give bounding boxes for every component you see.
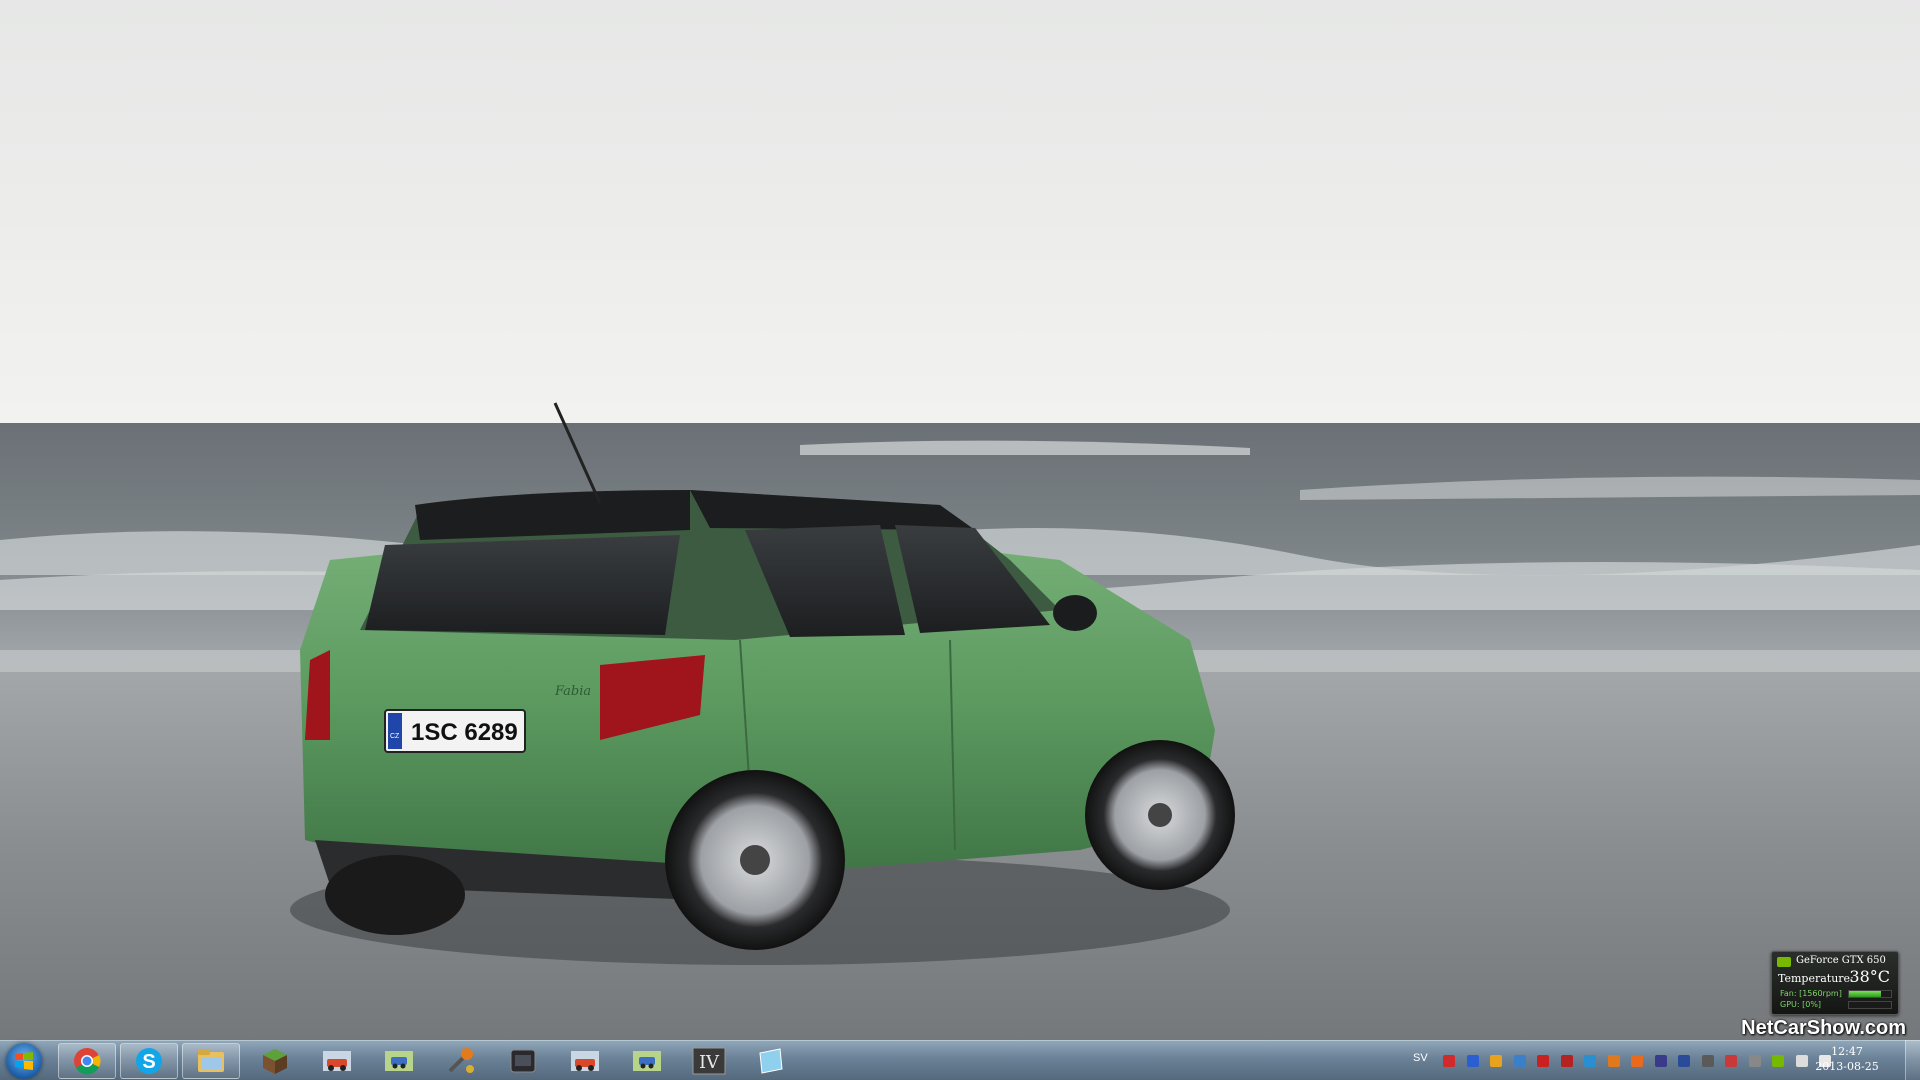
clock-date: 2013-08-25	[1815, 1060, 1879, 1073]
car-map-game-icon	[385, 1051, 413, 1071]
gpu-monitor-gadget[interactable]: GeForce GTX 650 Temperature: 38°C Fan: […	[1771, 951, 1899, 1015]
windows-logo-icon	[15, 1052, 33, 1070]
flag-icon[interactable]	[1725, 1055, 1737, 1067]
taskbar-tools[interactable]	[432, 1043, 490, 1079]
fan-bar-fill	[1849, 991, 1881, 997]
antivirus-icon[interactable]	[1560, 1055, 1573, 1067]
monitor-icon[interactable]	[1654, 1055, 1667, 1067]
adobe-icon[interactable]	[1537, 1055, 1549, 1067]
network-share-icon[interactable]	[1513, 1055, 1526, 1067]
svg-text:IV: IV	[699, 1052, 720, 1073]
security-icon[interactable]	[1584, 1055, 1596, 1067]
clock[interactable]: 12:47 2013-08-25	[1812, 1044, 1882, 1074]
nvidia-icon[interactable]	[1772, 1055, 1784, 1067]
file-explorer-icon	[198, 1050, 224, 1072]
chrome-icon	[74, 1048, 101, 1075]
watermark: NetCarShow.com	[1741, 1017, 1906, 1039]
license-plate-text: 1SC 6289	[411, 719, 518, 746]
red-app-icon[interactable]	[1443, 1055, 1455, 1067]
start-button[interactable]	[6, 1043, 42, 1079]
gta-iv-icon: IV	[692, 1047, 726, 1075]
taskbar-race-game-2[interactable]	[556, 1043, 614, 1079]
taskbar-race-game[interactable]	[308, 1043, 366, 1079]
desktop-wallpaper: 1SC 6289 CZ Fabia	[0, 0, 1920, 1040]
fan-label: Fan: [1560rpm]	[1780, 989, 1842, 998]
gpu-bar	[1848, 1001, 1892, 1009]
taskbar-car-map-2[interactable]	[618, 1043, 676, 1079]
display-icon[interactable]	[1678, 1055, 1690, 1067]
race-car-game-icon	[323, 1051, 351, 1071]
minecraft-icon	[263, 1049, 287, 1074]
nvidia-logo-icon	[1777, 957, 1791, 967]
svg-text:S: S	[142, 1051, 155, 1073]
taskbar-gta-iv[interactable]: IV	[680, 1043, 738, 1079]
show-desktop-button[interactable]	[1905, 1040, 1920, 1080]
car-map-game-icon-2	[633, 1051, 661, 1071]
firefox-icon[interactable]	[1631, 1055, 1643, 1067]
taskbar-chrome[interactable]	[58, 1043, 116, 1079]
taskbar-explorer[interactable]	[182, 1043, 240, 1079]
chrome-tray-icon[interactable]	[1490, 1055, 1502, 1067]
media-icon[interactable]	[1701, 1055, 1714, 1067]
taskbar-video-player[interactable]	[494, 1043, 552, 1079]
language-indicator[interactable]: SV	[1413, 1052, 1428, 1064]
race-car-game-icon-2	[571, 1051, 599, 1071]
car-wallpaper-image: 1SC 6289 CZ Fabia	[0, 0, 1920, 1040]
tools-tray-icon[interactable]	[1748, 1055, 1761, 1067]
gpu-name: GeForce GTX 650	[1796, 955, 1886, 966]
network-icon[interactable]	[1795, 1055, 1808, 1067]
temperature-value: 38°C	[1849, 967, 1890, 986]
window-app-icon	[759, 1048, 783, 1074]
skype-icon: S	[136, 1048, 162, 1074]
orange-app-icon[interactable]	[1607, 1055, 1620, 1067]
video-player-icon	[510, 1049, 536, 1073]
temperature-label: Temperature:	[1778, 972, 1854, 985]
bluetooth-icon[interactable]	[1466, 1055, 1479, 1067]
fan-bar	[1848, 990, 1892, 998]
taskbar-window-app[interactable]	[742, 1043, 800, 1079]
taskbar-car-map[interactable]	[370, 1043, 428, 1079]
tools-icon	[448, 1048, 474, 1073]
gpu-load-label: GPU: [0%]	[1780, 1000, 1822, 1009]
clock-time: 12:47	[1831, 1045, 1863, 1058]
car-badge: Fabia	[554, 684, 591, 699]
svg-text:CZ: CZ	[390, 733, 400, 740]
taskbar-skype[interactable]: S	[120, 1043, 178, 1079]
taskbar-minecraft[interactable]	[246, 1043, 304, 1079]
